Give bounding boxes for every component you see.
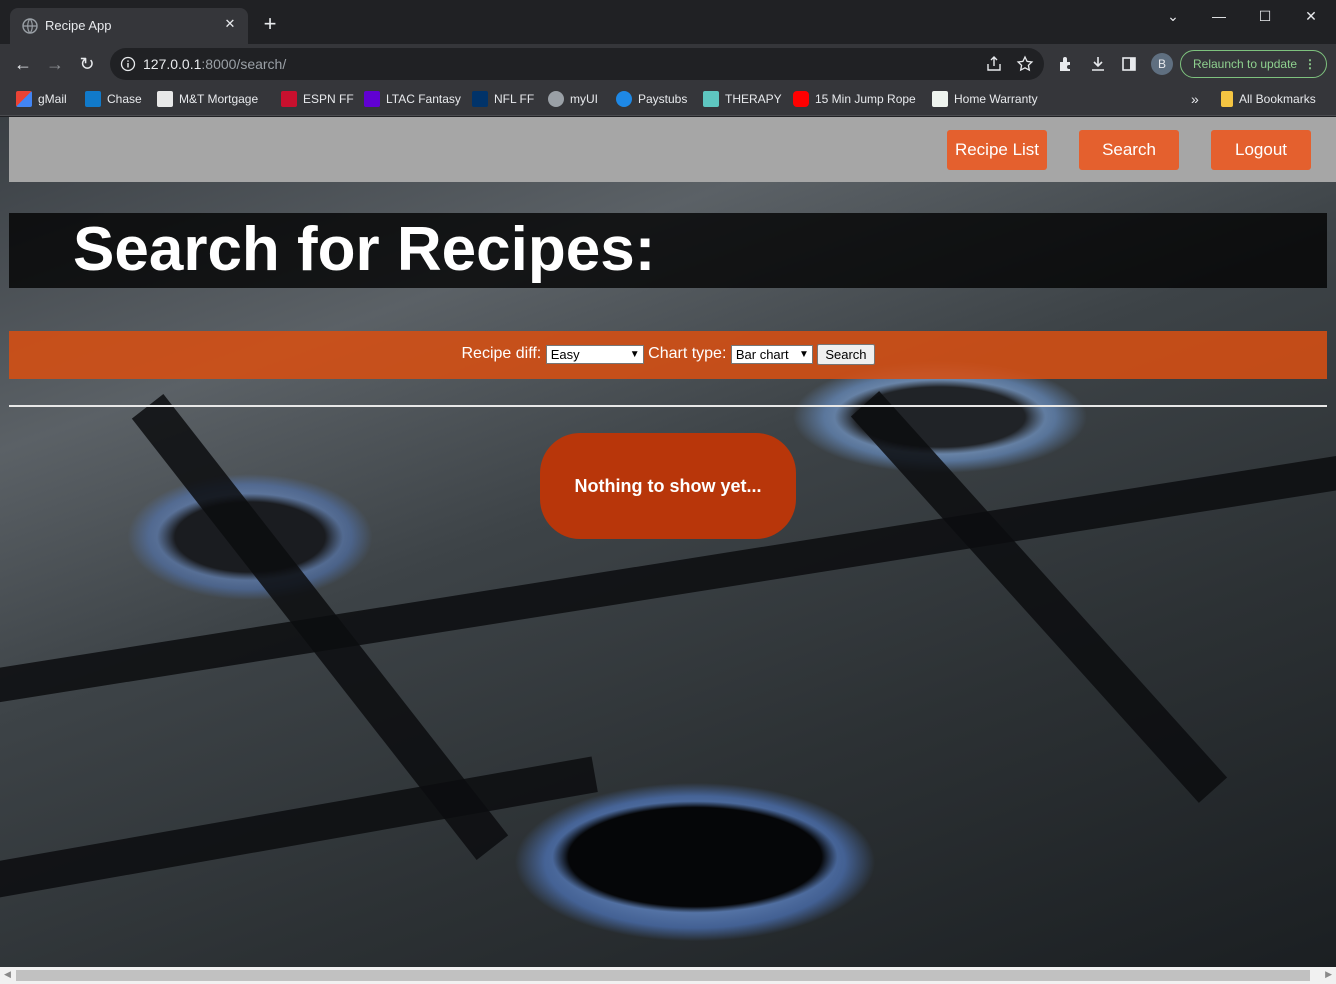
chase-icon bbox=[85, 91, 101, 107]
scroll-right-icon[interactable]: ▶ bbox=[1325, 969, 1332, 980]
forward-button[interactable]: → bbox=[42, 51, 68, 77]
bookmark-label: myUI bbox=[570, 92, 598, 106]
top-navbar: Recipe List Search Logout bbox=[9, 117, 1336, 182]
url-host: 127.0.0.1 bbox=[143, 56, 202, 72]
divider bbox=[9, 405, 1327, 407]
new-tab-button[interactable]: + bbox=[258, 12, 282, 36]
bookmark-label: Home Warranty bbox=[954, 92, 1038, 106]
chevron-down-icon: ▼ bbox=[629, 348, 640, 360]
address-bar[interactable]: 127.0.0.1:8000/search/ bbox=[110, 48, 1044, 80]
bookmark-label: Paystubs bbox=[638, 92, 688, 106]
tab-strip: Recipe App ✕ + ⌄ — ☐ ✕ bbox=[0, 0, 1336, 44]
paystubs-icon bbox=[616, 91, 632, 107]
bookmark-jump-rope[interactable]: 15 Min Jump Rope bbox=[793, 91, 916, 109]
bookmark-paystubs[interactable]: Paystubs bbox=[616, 91, 687, 109]
tab-search-icon[interactable]: ⌄ bbox=[1150, 0, 1196, 32]
maximize-button[interactable]: ☐ bbox=[1242, 0, 1288, 32]
stove-grate-bar bbox=[850, 391, 1228, 803]
espn-icon bbox=[281, 91, 297, 107]
share-icon[interactable] bbox=[985, 55, 1003, 73]
page-viewport: Recipe List Search Logout Search for Rec… bbox=[0, 117, 1336, 967]
search-submit-button[interactable]: Search bbox=[817, 343, 875, 365]
logout-button[interactable]: Logout bbox=[1211, 130, 1311, 170]
page-title: Search for Recipes: bbox=[73, 215, 656, 284]
browser-toolbar: ← → ↻ 127.0.0.1:8000/search/ B Relaunch … bbox=[0, 44, 1336, 84]
yahoo-icon bbox=[364, 91, 380, 107]
download-icon[interactable] bbox=[1089, 55, 1107, 73]
difficulty-label: Recipe diff: bbox=[461, 345, 542, 362]
close-tab-icon[interactable]: ✕ bbox=[220, 14, 240, 34]
horizontal-scrollbar[interactable]: ◀ ▶ bbox=[0, 967, 1336, 984]
bookmark-gmail[interactable]: gMail bbox=[16, 91, 67, 109]
search-form-band: Recipe diff: Easy ▼ Chart type: Bar chart… bbox=[9, 331, 1327, 379]
all-bookmarks-folder[interactable]: All Bookmarks bbox=[1221, 91, 1316, 109]
more-bookmarks-button[interactable]: » bbox=[1191, 91, 1199, 109]
url-path: :8000/search/ bbox=[201, 56, 287, 72]
tab-title: Recipe App bbox=[45, 18, 112, 33]
chevron-down-icon: ▼ bbox=[798, 348, 809, 360]
relaunch-button[interactable]: Relaunch to update ⋮ bbox=[1180, 50, 1327, 78]
bookmark-mt-mortgage[interactable]: M&T Mortgage bbox=[157, 91, 258, 109]
difficulty-value: Easy bbox=[550, 346, 580, 362]
bookmark-label: NFL FF bbox=[494, 92, 535, 106]
bookmark-espn-ff[interactable]: ESPN FF bbox=[281, 91, 354, 109]
bookmark-nfl-ff[interactable]: NFL FF bbox=[472, 91, 534, 109]
bookmark-label: 15 Min Jump Rope bbox=[815, 92, 916, 106]
scrollbar-thumb[interactable] bbox=[16, 970, 1310, 981]
bookmark-ltac-fantasy[interactable]: LTAC Fantasy bbox=[364, 91, 461, 109]
bookmark-myui[interactable]: myUI bbox=[548, 91, 598, 109]
browser-tab[interactable]: Recipe App ✕ bbox=[10, 8, 248, 44]
menu-dots-icon[interactable]: ⋮ bbox=[1304, 51, 1316, 77]
bookmark-label: ESPN FF bbox=[303, 92, 354, 106]
bookmark-chase[interactable]: Chase bbox=[85, 91, 142, 109]
globe-icon bbox=[548, 91, 564, 107]
bookmark-star-icon[interactable] bbox=[1016, 55, 1034, 73]
url-text[interactable]: 127.0.0.1:8000/search/ bbox=[143, 56, 286, 72]
empty-state-message: Nothing to show yet... bbox=[540, 433, 796, 539]
profile-avatar[interactable]: B bbox=[1151, 53, 1173, 75]
bookmark-label: gMail bbox=[38, 92, 67, 106]
chart-type-label: Chart type: bbox=[648, 345, 727, 362]
youtube-icon bbox=[793, 91, 809, 107]
reload-button[interactable]: ↻ bbox=[74, 51, 100, 77]
extensions-icon[interactable] bbox=[1057, 55, 1075, 73]
scroll-left-icon[interactable]: ◀ bbox=[4, 969, 11, 980]
bookmark-label: M&T Mortgage bbox=[179, 92, 259, 106]
site-info-icon[interactable] bbox=[120, 56, 136, 72]
heading-band: Search for Recipes: bbox=[9, 213, 1327, 288]
bookmark-label: Chase bbox=[107, 92, 142, 106]
all-bookmarks-label: All Bookmarks bbox=[1239, 92, 1316, 106]
globe-icon bbox=[22, 18, 38, 34]
bookmark-label: LTAC Fantasy bbox=[386, 92, 461, 106]
side-panel-icon[interactable] bbox=[1120, 55, 1138, 73]
search-nav-button[interactable]: Search bbox=[1079, 130, 1179, 170]
relaunch-label: Relaunch to update bbox=[1193, 57, 1298, 71]
gmail-icon bbox=[16, 91, 32, 107]
nfl-icon bbox=[472, 91, 488, 107]
warranty-icon bbox=[932, 91, 948, 107]
recipe-list-button[interactable]: Recipe List bbox=[947, 130, 1047, 170]
search-form: Recipe diff: Easy ▼ Chart type: Bar chart… bbox=[9, 331, 1327, 379]
folder-icon bbox=[1221, 91, 1233, 107]
back-button[interactable]: ← bbox=[10, 51, 36, 77]
minimize-button[interactable]: — bbox=[1196, 0, 1242, 32]
bookmark-therapy[interactable]: THERAPY bbox=[703, 91, 782, 109]
chart-type-select[interactable]: Bar chart ▼ bbox=[730, 344, 813, 364]
bookmark-home-warranty[interactable]: Home Warranty bbox=[932, 91, 1038, 109]
bookmarks-bar: gMail Chase M&T Mortgage ESPN FF LTAC Fa… bbox=[0, 84, 1336, 116]
difficulty-select[interactable]: Easy ▼ bbox=[545, 344, 644, 364]
chart-type-value: Bar chart bbox=[735, 346, 789, 362]
close-window-button[interactable]: ✕ bbox=[1288, 0, 1334, 32]
therapy-icon bbox=[703, 91, 719, 107]
bookmark-label: THERAPY bbox=[725, 92, 782, 106]
mt-icon bbox=[157, 91, 173, 107]
